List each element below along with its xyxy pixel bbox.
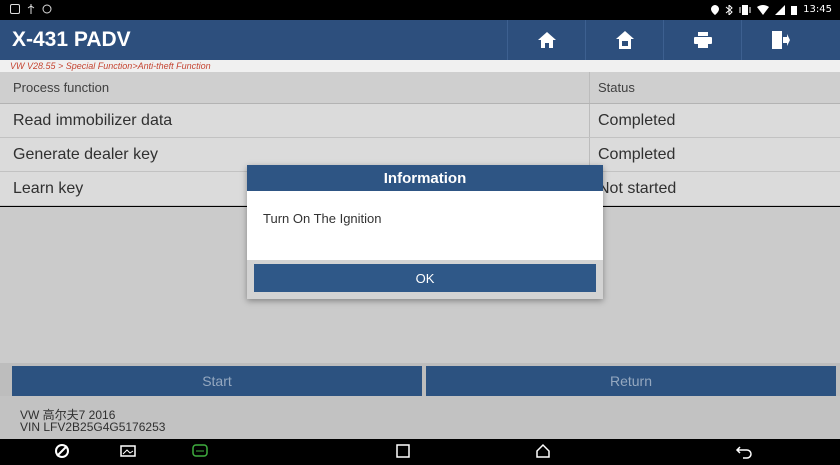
dialog-message: Turn On The Ignition (263, 211, 382, 226)
navigation-bar (0, 439, 840, 465)
battery-icon (791, 5, 798, 15)
dialog-title: Information (247, 165, 603, 191)
vehicle-home-icon (615, 31, 634, 49)
vibrate-icon (739, 4, 751, 15)
app-header: X-431 PADV (0, 20, 840, 60)
signal-icon (775, 4, 786, 15)
back-icon[interactable] (735, 443, 753, 459)
exit-button[interactable] (741, 20, 819, 60)
home-nav-icon[interactable] (535, 443, 551, 459)
information-dialog: Information Turn On The Ignition OK (247, 165, 603, 299)
status-right: 13:45 (711, 4, 832, 15)
print-button[interactable] (663, 20, 741, 60)
status-left (10, 4, 52, 14)
bluetooth-icon (725, 4, 733, 15)
vehicle-home-button[interactable] (585, 20, 663, 60)
settings-icon (42, 4, 52, 14)
dialog-button-bar: OK (247, 260, 603, 299)
usb-icon (27, 4, 35, 14)
recents-icon[interactable] (396, 443, 410, 459)
home-button[interactable] (507, 20, 585, 60)
status-time: 13:45 (803, 4, 832, 15)
location-icon (711, 4, 720, 15)
browser-icon[interactable] (54, 443, 70, 459)
print-icon (693, 32, 712, 48)
notification-icon (10, 4, 20, 14)
exit-icon (771, 31, 790, 49)
wifi-icon (757, 4, 770, 15)
vehicle-connector-icon[interactable] (191, 443, 209, 459)
gallery-icon[interactable] (120, 443, 136, 459)
ok-button[interactable]: OK (254, 264, 596, 292)
app-title: X-431 PADV (12, 28, 131, 51)
home-icon (537, 32, 556, 48)
status-bar: 13:45 (0, 0, 840, 20)
